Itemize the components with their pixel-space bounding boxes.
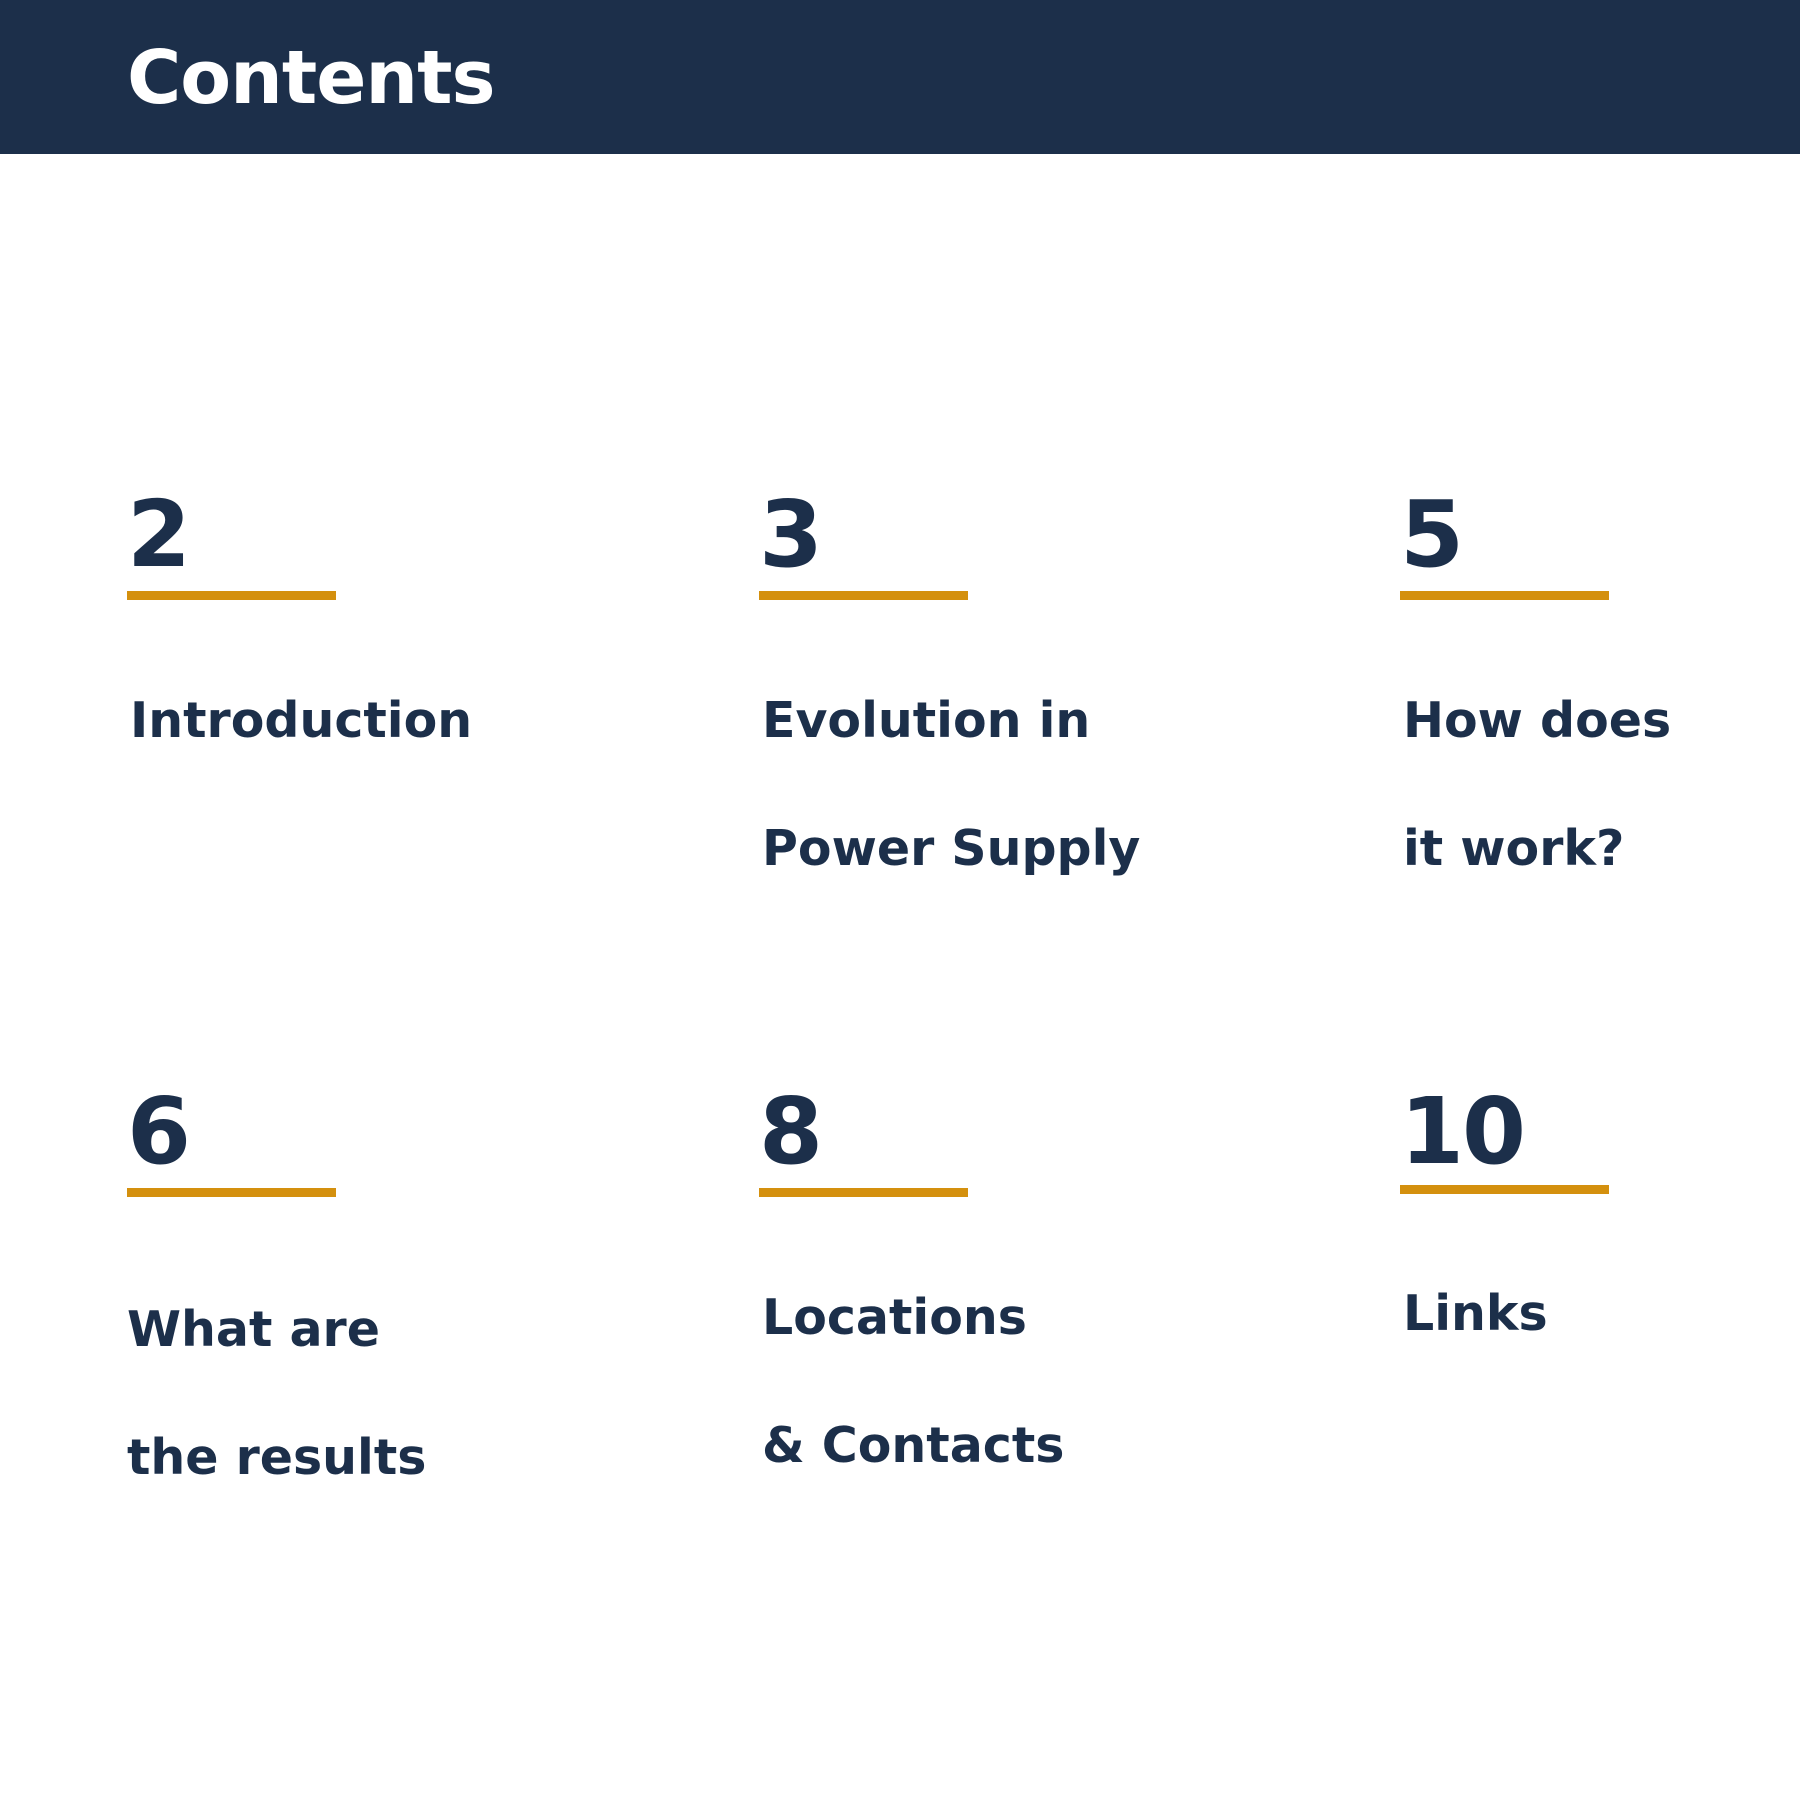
header-bar: Contents	[0, 0, 1800, 154]
toc-page-number: 6	[127, 1078, 191, 1185]
toc-page-number: 3	[759, 481, 823, 588]
toc-page-number: 10	[1400, 1078, 1526, 1185]
toc-label-line: Links	[1403, 1285, 1548, 1342]
toc-section-label: Links	[1403, 1218, 1800, 1410]
toc-label-line: Locations	[762, 1289, 1027, 1346]
toc-label-line: & Contacts	[762, 1417, 1065, 1474]
toc-label-line: Evolution in	[762, 692, 1091, 749]
toc-section-label: What are the results	[127, 1234, 527, 1554]
toc-label-line: Introduction	[130, 692, 473, 749]
toc-section-label: Locations & Contacts	[762, 1222, 1162, 1542]
toc-label-line: it work?	[1403, 820, 1625, 877]
toc-accent-rule	[1400, 1185, 1609, 1194]
toc-label-line: the results	[127, 1429, 427, 1486]
toc-label-line: What are	[127, 1301, 380, 1358]
toc-label-line: How does	[1403, 692, 1672, 749]
toc-accent-rule	[759, 1188, 968, 1197]
toc-accent-rule	[127, 1188, 336, 1197]
toc-page-number: 2	[127, 481, 191, 588]
toc-section-label: Evolution in Power Supply	[762, 625, 1162, 945]
toc-accent-rule	[759, 591, 968, 600]
toc-section-label: How does it work?	[1403, 625, 1800, 945]
toc-page-number: 5	[1400, 481, 1464, 588]
toc-accent-rule	[1400, 591, 1609, 600]
contents-page: Contents 2 Introduction 3 Evolution in P…	[0, 0, 1800, 1800]
toc-page-number: 8	[759, 1078, 823, 1185]
toc-section-label: Introduction	[130, 625, 530, 817]
toc-label-line: Power Supply	[762, 820, 1141, 877]
toc-accent-rule	[127, 591, 336, 600]
page-title: Contents	[127, 35, 495, 121]
